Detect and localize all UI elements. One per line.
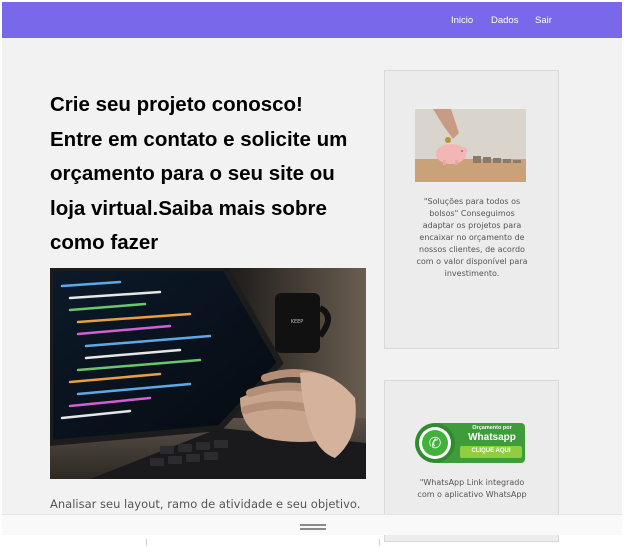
whatsapp-icon: ✆ [428, 434, 442, 452]
piggy-bank-illustration [415, 109, 526, 182]
nav-link-sair[interactable]: Sair [535, 15, 552, 26]
nav-link-inicio[interactable]: Inicio [451, 15, 473, 26]
column-divider [146, 539, 147, 546]
laptop-code-illustration: KEEP [50, 268, 366, 479]
laptop-code-photo: KEEP [50, 268, 366, 479]
column-divider [379, 539, 380, 546]
pricing-card: "Soluções para todos os bolsos" Consegui… [384, 70, 559, 349]
top-navbar: Inicio Dados Sair [2, 2, 622, 38]
pricing-card-text: "Soluções para todos os bolsos" Consegui… [416, 197, 528, 278]
whatsapp-badge-cta: CLIQUE AQUI [471, 448, 511, 454]
page-headline: Crie seu projeto conosco! Entre em conta… [50, 93, 348, 254]
whatsapp-budget-button[interactable]: ✆ Orçamento por Whatsapp CLIQUE AQUI [415, 421, 527, 469]
bottom-panel-bar [2, 514, 622, 535]
whatsapp-badge-caption: Orçamento por [472, 425, 512, 431]
whatsapp-card-text: "WhatsApp Link integrado com o aplicativ… [417, 478, 527, 499]
nav-link-dados[interactable]: Dados [491, 15, 518, 26]
intro-paragraph: Analisar seu layout, ramo de atividade e… [50, 497, 361, 511]
whatsapp-badge-title: Whatsapp [468, 432, 516, 443]
resize-handle[interactable] [300, 524, 326, 530]
svg-text:KEEP: KEEP [291, 319, 304, 325]
piggy-bank-photo [415, 109, 526, 182]
